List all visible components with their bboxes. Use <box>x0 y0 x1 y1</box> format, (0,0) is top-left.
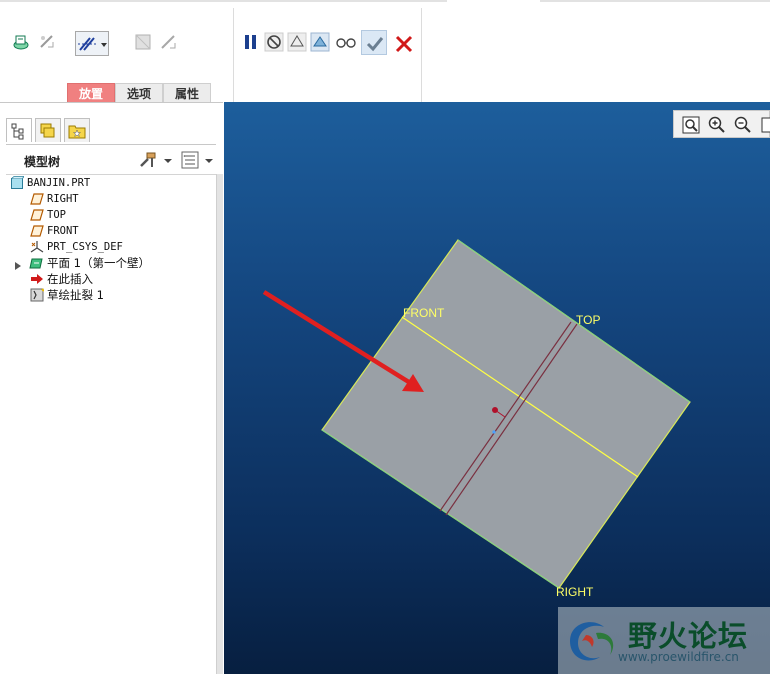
sheetmetal-wall-icon[interactable] <box>11 32 31 52</box>
ribbon-separator <box>233 8 234 102</box>
watermark-title: 野火论坛 <box>628 619 749 653</box>
pause-icon[interactable] <box>241 32 261 52</box>
tree-item-label: 草绘扯裂 1 <box>47 288 104 302</box>
tree-item-label: FRONT <box>47 225 79 237</box>
ribbon: 放置 选项 属性 <box>0 3 770 103</box>
sheet-thicken-icon[interactable] <box>133 32 153 52</box>
right-plane-label: RIGHT <box>556 585 594 599</box>
tree-item-label: 在此插入 <box>47 272 93 286</box>
tree-columns-dropdown-icon[interactable] <box>205 155 213 163</box>
feature-shape-icon[interactable] <box>37 32 57 52</box>
flip-icon[interactable] <box>158 32 178 52</box>
model-tree-icon <box>11 123 24 140</box>
tree-item-label: 平面 1（第一个壁） <box>47 256 150 270</box>
coordinate-system-icon <box>30 240 44 254</box>
watermark-logo-icon <box>570 622 614 661</box>
favorites-folder-icon <box>68 125 86 139</box>
csys-origin-dot <box>492 430 496 434</box>
model-scene: FRONT TOP RIGHT <box>262 239 691 599</box>
tree-columns-icon[interactable] <box>180 150 200 170</box>
sheet-metal-plate[interactable] <box>321 239 691 589</box>
model-tree-header: 模型树 <box>6 144 216 173</box>
insert-here-icon <box>30 272 44 286</box>
tree-settings-dropdown-icon[interactable] <box>164 155 172 163</box>
expand-arrow-icon[interactable] <box>14 259 22 270</box>
tab-layers[interactable] <box>35 118 61 142</box>
top-plane-label: TOP <box>576 313 600 327</box>
sketch-rip-icon <box>30 288 44 302</box>
layer-icon <box>40 123 55 138</box>
tree-scrollbar[interactable] <box>216 174 223 674</box>
tab-placement[interactable]: 放置 <box>67 83 115 103</box>
confirm-icon[interactable] <box>361 30 387 55</box>
watermark-url: www.proewildfire.cn <box>618 650 739 664</box>
tab-properties[interactable]: 属性 <box>163 83 211 103</box>
glasses-icon[interactable] <box>335 32 357 52</box>
flat-wall-icon <box>29 256 43 270</box>
geometry-preview-icon[interactable] <box>287 32 307 52</box>
verify-preview-icon[interactable] <box>310 32 330 52</box>
tree-item-label: PRT_CSYS_DEF <box>47 241 123 253</box>
datum-plane-icon <box>30 224 44 238</box>
sketch-flat-dropdown[interactable] <box>75 31 109 56</box>
watermark: 野火论坛 www.proewildfire.cn <box>558 607 770 674</box>
no-preview-icon[interactable] <box>264 32 284 52</box>
part-icon <box>10 176 24 190</box>
model-tree-title: 模型树 <box>24 155 61 169</box>
datum-plane-icon <box>30 192 44 206</box>
tree-item-label: TOP <box>47 209 66 221</box>
tree-settings-icon[interactable] <box>138 150 158 170</box>
panel-border <box>0 102 223 103</box>
tab-favorites[interactable] <box>64 118 90 142</box>
scrollbar-thumb[interactable] <box>217 174 223 674</box>
datum-plane-icon <box>30 208 44 222</box>
tab-options[interactable]: 选项 <box>115 83 163 103</box>
tree-item-label: BANJIN.PRT <box>27 177 91 189</box>
tree-item-label: RIGHT <box>47 193 79 205</box>
front-plane-label: FRONT <box>403 306 445 320</box>
tab-model-tree[interactable] <box>6 118 32 142</box>
ribbon-separator <box>421 8 422 102</box>
cancel-icon[interactable] <box>394 34 414 54</box>
